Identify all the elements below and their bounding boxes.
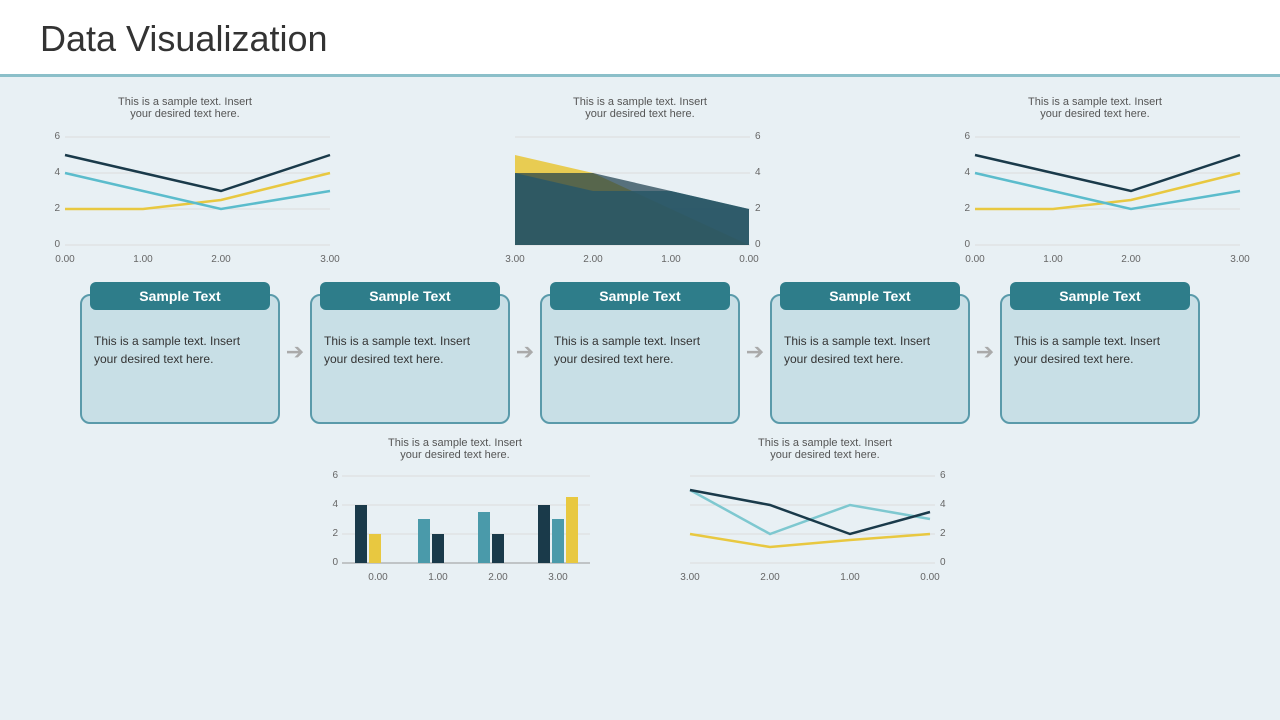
process-card-5: Sample Text This is a sample text. Inser… — [1000, 294, 1200, 424]
svg-text:2: 2 — [940, 528, 946, 539]
svg-text:3.00: 3.00 — [320, 254, 340, 265]
svg-text:6: 6 — [940, 470, 946, 481]
svg-text:2: 2 — [332, 528, 338, 539]
svg-text:2.00: 2.00 — [760, 572, 780, 583]
bottom-right-chart-svg: This is a sample text. Insert your desir… — [680, 432, 970, 607]
process-card-3-header: Sample Text — [550, 282, 730, 310]
bottom-left-chart: This is a sample text. Insert your desir… — [310, 432, 600, 607]
svg-text:2.00: 2.00 — [583, 254, 603, 265]
arrow-4: ➔ — [970, 339, 1000, 365]
bottom-charts-row: This is a sample text. Insert your desir… — [30, 432, 1250, 607]
process-card-2-header: Sample Text — [320, 282, 500, 310]
top-right-chart: This is a sample text. Insert your desir… — [940, 87, 1250, 272]
top-middle-chart: This is a sample text. Insert your desir… — [500, 87, 780, 272]
top-right-chart-svg: This is a sample text. Insert your desir… — [940, 87, 1250, 272]
process-card-4-header: Sample Text — [780, 282, 960, 310]
svg-text:0.00: 0.00 — [368, 572, 388, 583]
process-card-3-body: This is a sample text. Insert your desir… — [554, 332, 726, 368]
svg-text:your desired text here.: your desired text here. — [585, 108, 694, 120]
svg-text:0.00: 0.00 — [965, 254, 985, 265]
svg-text:0: 0 — [940, 557, 946, 568]
svg-text:1.00: 1.00 — [133, 254, 153, 265]
svg-text:your desired text here.: your desired text here. — [400, 449, 509, 461]
top-left-chart: This is a sample text. Insert your desir… — [30, 87, 340, 272]
svg-text:4: 4 — [964, 167, 970, 178]
arrow-1: ➔ — [280, 339, 310, 365]
svg-text:This is a sample text. Insert: This is a sample text. Insert — [1028, 96, 1162, 108]
header: Data Visualization — [0, 0, 1280, 77]
svg-text:This is a sample text. Insert: This is a sample text. Insert — [758, 437, 892, 449]
process-card-3: Sample Text This is a sample text. Inser… — [540, 294, 740, 424]
svg-text:6: 6 — [755, 131, 761, 142]
top-charts-row: This is a sample text. Insert your desir… — [30, 87, 1250, 272]
svg-text:4: 4 — [54, 167, 60, 178]
svg-text:3.00: 3.00 — [505, 254, 525, 265]
svg-text:1.00: 1.00 — [1043, 254, 1063, 265]
chart-title-text: This is a sample text. Insert — [118, 96, 252, 108]
svg-text:1.00: 1.00 — [661, 254, 681, 265]
top-middle-chart-svg: This is a sample text. Insert your desir… — [500, 87, 780, 272]
chart-title-text2: your desired text here. — [130, 108, 239, 120]
svg-text:2.00: 2.00 — [211, 254, 231, 265]
svg-text:1.00: 1.00 — [840, 572, 860, 583]
svg-text:This is a sample text. Insert: This is a sample text. Insert — [573, 96, 707, 108]
svg-text:This is a sample text. Insert: This is a sample text. Insert — [388, 437, 522, 449]
svg-text:6: 6 — [964, 131, 970, 142]
process-card-1: Sample Text This is a sample text. Inser… — [80, 294, 280, 424]
svg-text:4: 4 — [755, 167, 761, 178]
main-content: This is a sample text. Insert your desir… — [0, 77, 1280, 617]
process-card-2: Sample Text This is a sample text. Inser… — [310, 294, 510, 424]
arrow-2: ➔ — [510, 339, 540, 365]
svg-text:0: 0 — [332, 557, 338, 568]
svg-text:your desired text here.: your desired text here. — [770, 449, 879, 461]
svg-text:2.00: 2.00 — [488, 572, 508, 583]
svg-text:4: 4 — [332, 499, 338, 510]
svg-text:3.00: 3.00 — [548, 572, 568, 583]
svg-text:6: 6 — [54, 131, 60, 142]
svg-text:0.00: 0.00 — [920, 572, 940, 583]
process-card-5-body: This is a sample text. Insert your desir… — [1014, 332, 1186, 368]
svg-text:0: 0 — [54, 239, 60, 250]
bottom-right-chart: This is a sample text. Insert your desir… — [680, 432, 970, 607]
svg-text:1.00: 1.00 — [428, 572, 448, 583]
page: Data Visualization This is a sample text… — [0, 0, 1280, 720]
svg-text:4: 4 — [940, 499, 946, 510]
top-left-chart-svg: This is a sample text. Insert your desir… — [30, 87, 340, 272]
arrow-3: ➔ — [740, 339, 770, 365]
process-card-2-body: This is a sample text. Insert your desir… — [324, 332, 496, 368]
process-card-5-header: Sample Text — [1010, 282, 1190, 310]
svg-text:3.00: 3.00 — [1230, 254, 1250, 265]
svg-text:0: 0 — [964, 239, 970, 250]
process-card-1-body: This is a sample text. Insert your desir… — [94, 332, 266, 368]
process-card-1-header: Sample Text — [90, 282, 270, 310]
svg-text:2: 2 — [54, 203, 60, 214]
process-flow-row: Sample Text This is a sample text. Inser… — [30, 280, 1250, 424]
svg-text:2: 2 — [964, 203, 970, 214]
process-card-4-body: This is a sample text. Insert your desir… — [784, 332, 956, 368]
svg-text:0.00: 0.00 — [739, 254, 759, 265]
svg-text:0.00: 0.00 — [55, 254, 75, 265]
svg-text:3.00: 3.00 — [680, 572, 700, 583]
page-title: Data Visualization — [40, 18, 1240, 60]
bottom-left-chart-svg: This is a sample text. Insert your desir… — [310, 432, 600, 607]
process-card-4: Sample Text This is a sample text. Inser… — [770, 294, 970, 424]
svg-text:0: 0 — [755, 239, 761, 250]
svg-text:2: 2 — [755, 203, 761, 214]
svg-text:your desired text here.: your desired text here. — [1040, 108, 1149, 120]
svg-text:6: 6 — [332, 470, 338, 481]
svg-text:2.00: 2.00 — [1121, 254, 1141, 265]
